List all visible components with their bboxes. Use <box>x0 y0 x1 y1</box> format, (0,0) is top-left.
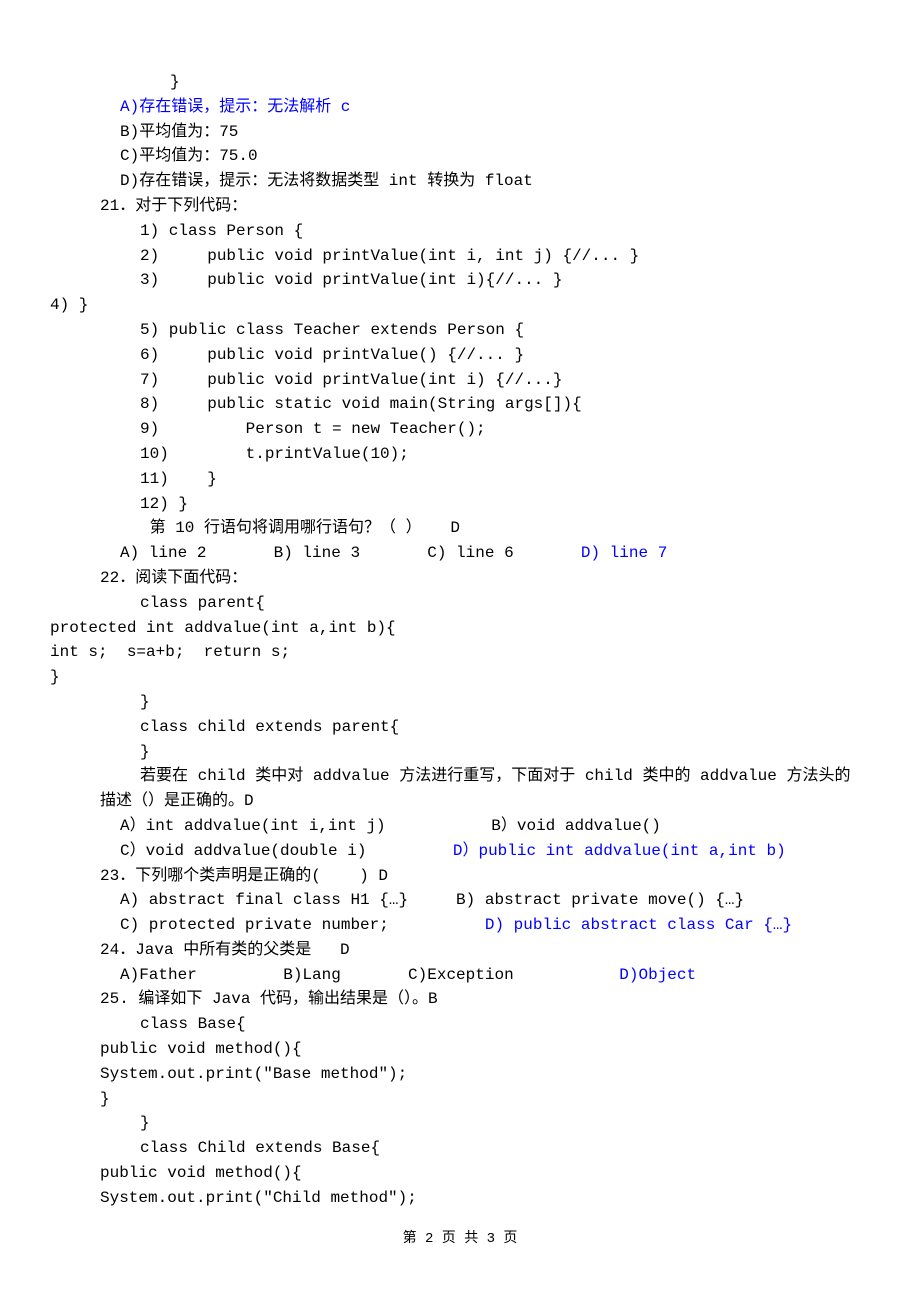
text-span: C）void addvalue(double i) <box>120 842 453 860</box>
text-line: class Child extends Base{ <box>50 1136 870 1161</box>
text-line: } <box>50 665 870 690</box>
text-line: } <box>50 690 870 715</box>
text-line: class Base{ <box>50 1012 870 1037</box>
text-line: A）int addvalue(int i,int j) B）void addva… <box>50 814 870 839</box>
text-line: 22．阅读下面代码： <box>50 566 870 591</box>
text-line: int s; s=a+b; return s; <box>50 640 870 665</box>
text-span: D)Object <box>619 966 696 984</box>
text-line: System.out.print("Base method"); <box>50 1062 870 1087</box>
text-line: A) line 2 B) line 3 C) line 6 D) line 7 <box>50 541 870 566</box>
text-line: 10) t.printValue(10); <box>50 442 870 467</box>
text-line: 9) Person t = new Teacher(); <box>50 417 870 442</box>
page-footer: 第 2 页 共 3 页 <box>50 1229 870 1251</box>
text-line: B)平均值为：75 <box>50 120 870 145</box>
text-line: A) abstract final class H1 {…} B) abstra… <box>50 888 870 913</box>
text-span: D) line 7 <box>581 544 667 562</box>
text-line: D)存在错误，提示：无法将数据类型 int 转换为 float <box>50 169 870 194</box>
page-content: { "lines": [ {"cls":"ind4","text":"}"}, … <box>0 0 920 1290</box>
text-line: 24．Java 中所有类的父类是 D <box>50 938 870 963</box>
text-line: class parent{ <box>50 591 870 616</box>
text-line: C) protected private number; D) public a… <box>50 913 870 938</box>
text-line: 若要在 child 类中对 addvalue 方法进行重写，下面对于 child… <box>50 764 870 789</box>
text-line: class child extends parent{ <box>50 715 870 740</box>
text-line: 25. 编译如下 Java 代码，输出结果是（）。B <box>50 987 870 1012</box>
text-line: C)平均值为：75.0 <box>50 144 870 169</box>
text-line: 21．对于下列代码： <box>50 194 870 219</box>
text-span: D）public int addvalue(int a,int b) <box>453 842 786 860</box>
text-line: public void method(){ <box>50 1037 870 1062</box>
text-line: 1) class Person { <box>50 219 870 244</box>
text-line: 7) public void printValue(int i) {//...} <box>50 368 870 393</box>
text-line: } <box>50 1087 870 1112</box>
text-span: A) line 2 B) line 3 C) line 6 <box>120 544 581 562</box>
text-span: A)Father B)Lang C)Exception <box>120 966 619 984</box>
text-line: 6) public void printValue() {//... } <box>50 343 870 368</box>
text-line: 23．下列哪个类声明是正确的( ) D <box>50 864 870 889</box>
text-line: 第 10 行语句将调用哪行语句？（ ） D <box>50 516 870 541</box>
text-span: C) protected private number; <box>120 916 485 934</box>
text-line: } <box>50 740 870 765</box>
text-line: A)Father B)Lang C)Exception D)Object <box>50 963 870 988</box>
text-span: D) public abstract class Car {…} <box>485 916 792 934</box>
text-line: 描述（）是正确的。D <box>50 789 870 814</box>
text-line: 11) } <box>50 467 870 492</box>
text-line: 3) public void printValue(int i){//... } <box>50 268 870 293</box>
document-body: }A)存在错误，提示：无法解析 cB)平均值为：75C)平均值为：75.0D)存… <box>50 70 870 1211</box>
text-line: protected int addvalue(int a,int b){ <box>50 616 870 641</box>
text-line: 8) public static void main(String args[]… <box>50 392 870 417</box>
text-line: } <box>50 70 870 95</box>
text-line: 12) } <box>50 492 870 517</box>
text-line: A)存在错误，提示：无法解析 c <box>50 95 870 120</box>
text-line: System.out.print("Child method"); <box>50 1186 870 1211</box>
text-line: } <box>50 1111 870 1136</box>
text-line: 2) public void printValue(int i, int j) … <box>50 244 870 269</box>
text-line: public void method(){ <box>50 1161 870 1186</box>
text-line: 4) } <box>50 293 870 318</box>
text-line: C）void addvalue(double i) D）public int a… <box>50 839 870 864</box>
text-line: 5) public class Teacher extends Person { <box>50 318 870 343</box>
